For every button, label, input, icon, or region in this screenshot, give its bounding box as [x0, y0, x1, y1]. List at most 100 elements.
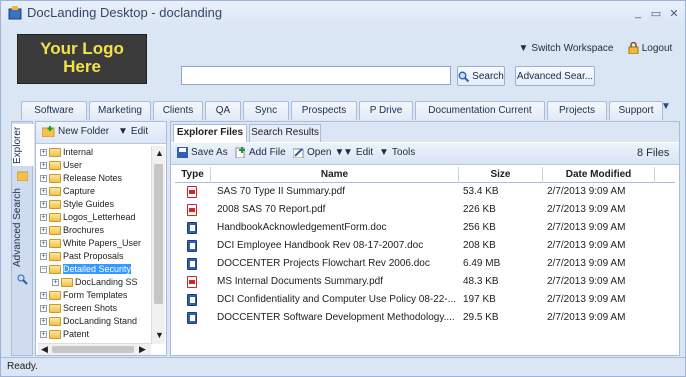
tools-label: Tools [391, 147, 416, 158]
advanced-search-button[interactable]: Advanced Sear... [515, 66, 595, 86]
tab-search-results[interactable]: Search Results [249, 124, 321, 142]
table-row[interactable]: DOCCENTER Projects Flowchart Rev 2006.do… [175, 256, 675, 272]
folder-tree: + Internal + User + Release Notes + Capture + Sty… [38, 146, 150, 344]
tree-item[interactable]: + DocLanding Stand [40, 315, 137, 327]
hscroll-thumb[interactable] [52, 346, 134, 353]
column-name[interactable]: Name [211, 167, 459, 183]
scroll-down-icon[interactable]: ▼ [155, 330, 164, 340]
table-row[interactable]: SAS 70 Type II Summary.pdf 53.4 KB 2/7/201… [175, 184, 675, 200]
tree-item[interactable]: + Form Templates [40, 289, 127, 301]
file-size: 256 KB [463, 222, 496, 233]
files-edit-button[interactable]: ▼ Edit [343, 147, 373, 158]
tab-prospects[interactable]: Prospects [291, 101, 357, 120]
logout-button[interactable]: Logout [620, 39, 680, 57]
table-row[interactable]: HandbookAcknowledgementForm.doc 256 KB 2/7… [175, 220, 675, 236]
minimize-button[interactable]: _ [631, 7, 645, 19]
table-row[interactable]: DCI Employee Handbook Rev 08-17-2007.doc… [175, 238, 675, 254]
dropdown-arrow-icon: ▼ [518, 42, 529, 54]
column-type[interactable]: Type [175, 167, 211, 183]
dropdown-arrow-icon: ▼ [343, 147, 353, 158]
tree-item[interactable]: + Logos_Letterhead [40, 211, 136, 223]
scroll-thumb[interactable] [154, 164, 163, 304]
tree-item[interactable]: + Internal [40, 146, 93, 158]
file-size: 208 KB [463, 240, 496, 251]
expand-icon[interactable]: + [40, 187, 47, 195]
expand-icon[interactable]: + [40, 304, 47, 312]
tree-item[interactable]: + Past Proposals [40, 250, 124, 262]
scroll-up-icon[interactable]: ▲ [155, 148, 164, 158]
tree-item[interactable]: − Detailed Security [40, 263, 132, 275]
column-date-modified[interactable]: Date Modified [543, 167, 655, 183]
tab-clients[interactable]: Clients [153, 101, 203, 120]
workspace-tabs: Software Marketing Clients QA Sync Prosp… [15, 101, 683, 120]
tree-item[interactable]: + Screen Shots [40, 302, 117, 314]
tree-item[interactable]: + User [40, 159, 82, 171]
scroll-left-icon[interactable]: ◀ [41, 344, 48, 355]
column-size[interactable]: Size [459, 167, 543, 183]
tab-software[interactable]: Software [21, 101, 87, 120]
tab-documentation-current[interactable]: Documentation Current [415, 101, 545, 120]
tree-item[interactable]: + Capture [40, 185, 95, 197]
table-row[interactable]: DCI Confidentiality and Computer Use Pol… [175, 292, 675, 308]
expand-icon[interactable]: + [40, 252, 47, 260]
maximize-button[interactable]: ▭ [649, 7, 663, 20]
tab-sync[interactable]: Sync [243, 101, 289, 120]
add-file-icon [235, 147, 246, 158]
tab-marketing[interactable]: Marketing [89, 101, 151, 120]
tree-vertical-scrollbar[interactable]: ▲ ▼ [151, 146, 165, 344]
tree-item[interactable]: + Release Notes [40, 172, 122, 184]
add-file-label: Add File [249, 147, 286, 158]
tab-p-drive[interactable]: P Drive [359, 101, 413, 120]
scroll-right-icon[interactable]: ▶ [139, 344, 146, 355]
tree-item[interactable]: + Style Guides [40, 198, 114, 210]
tab-explorer-files[interactable]: Explorer Files [173, 124, 247, 142]
table-row[interactable]: DOCCENTER Software Development Methodolo… [175, 310, 675, 326]
search-icon [458, 71, 470, 82]
collapse-icon[interactable]: − [40, 265, 47, 273]
file-name: MS Internal Documents Summary.pdf [217, 276, 383, 287]
tree-item[interactable]: + Patent [40, 328, 89, 340]
add-file-button[interactable]: Add File [235, 147, 286, 158]
file-name: DOCCENTER Software Development Methodolo… [217, 312, 455, 323]
expand-icon[interactable]: + [40, 330, 47, 338]
tab-qa[interactable]: QA [205, 101, 241, 120]
close-button[interactable]: ✕ [667, 7, 681, 20]
open-button[interactable]: Open ▼ [293, 147, 344, 158]
expand-icon[interactable]: + [40, 161, 47, 169]
expand-icon[interactable]: + [40, 213, 47, 221]
save-as-button[interactable]: Save As [177, 147, 228, 158]
tree-edit-button[interactable]: ▼ Edit [118, 126, 148, 137]
tab-projects[interactable]: Projects [547, 101, 607, 120]
tools-button[interactable]: ▼ Tools [379, 147, 415, 158]
status-bar: Ready. [1, 357, 685, 376]
expand-icon[interactable]: + [40, 226, 47, 234]
table-row[interactable]: MS Internal Documents Summary.pdf 48.3 KB… [175, 274, 675, 290]
expand-icon[interactable]: + [40, 200, 47, 208]
tab-support[interactable]: Support [609, 101, 663, 120]
expand-icon[interactable]: + [40, 317, 47, 325]
file-size: 29.5 KB [463, 312, 499, 323]
folder-icon [49, 316, 61, 326]
file-name: DCI Confidentiality and Computer Use Pol… [217, 294, 456, 305]
expand-icon[interactable]: + [40, 239, 47, 247]
tree-item[interactable]: + DocLanding SS [52, 276, 138, 288]
folder-icon [49, 238, 61, 248]
switch-workspace-button[interactable]: ▼ Switch Workspace [516, 39, 616, 57]
tab-overflow-icon[interactable]: ▼ [661, 101, 675, 117]
search-input[interactable] [181, 66, 451, 85]
expand-icon[interactable]: + [40, 148, 47, 156]
expand-icon[interactable]: + [40, 174, 47, 182]
tree-horizontal-scrollbar[interactable]: ◀ ▶ [38, 343, 151, 355]
new-folder-button[interactable]: New Folder [42, 126, 109, 137]
tree-item[interactable]: + White Papers_User [40, 237, 141, 249]
search-button[interactable]: Search [457, 66, 505, 86]
expand-icon[interactable]: + [52, 278, 59, 286]
table-row[interactable]: 2008 SAS 70 Report.pdf 226 KB 2/7/2013 9:0… [175, 202, 675, 218]
rail-tab-explorer[interactable]: Explorer [12, 124, 34, 166]
tree-item[interactable]: + Brochures [40, 224, 104, 236]
file-size: 53.4 KB [463, 186, 499, 197]
new-folder-label: New Folder [58, 126, 110, 137]
tree-toolbar: New Folder ▼ Edit [36, 122, 166, 144]
expand-icon[interactable]: + [40, 291, 47, 299]
rail-tab-advanced-search[interactable]: Advanced Search [12, 188, 34, 268]
